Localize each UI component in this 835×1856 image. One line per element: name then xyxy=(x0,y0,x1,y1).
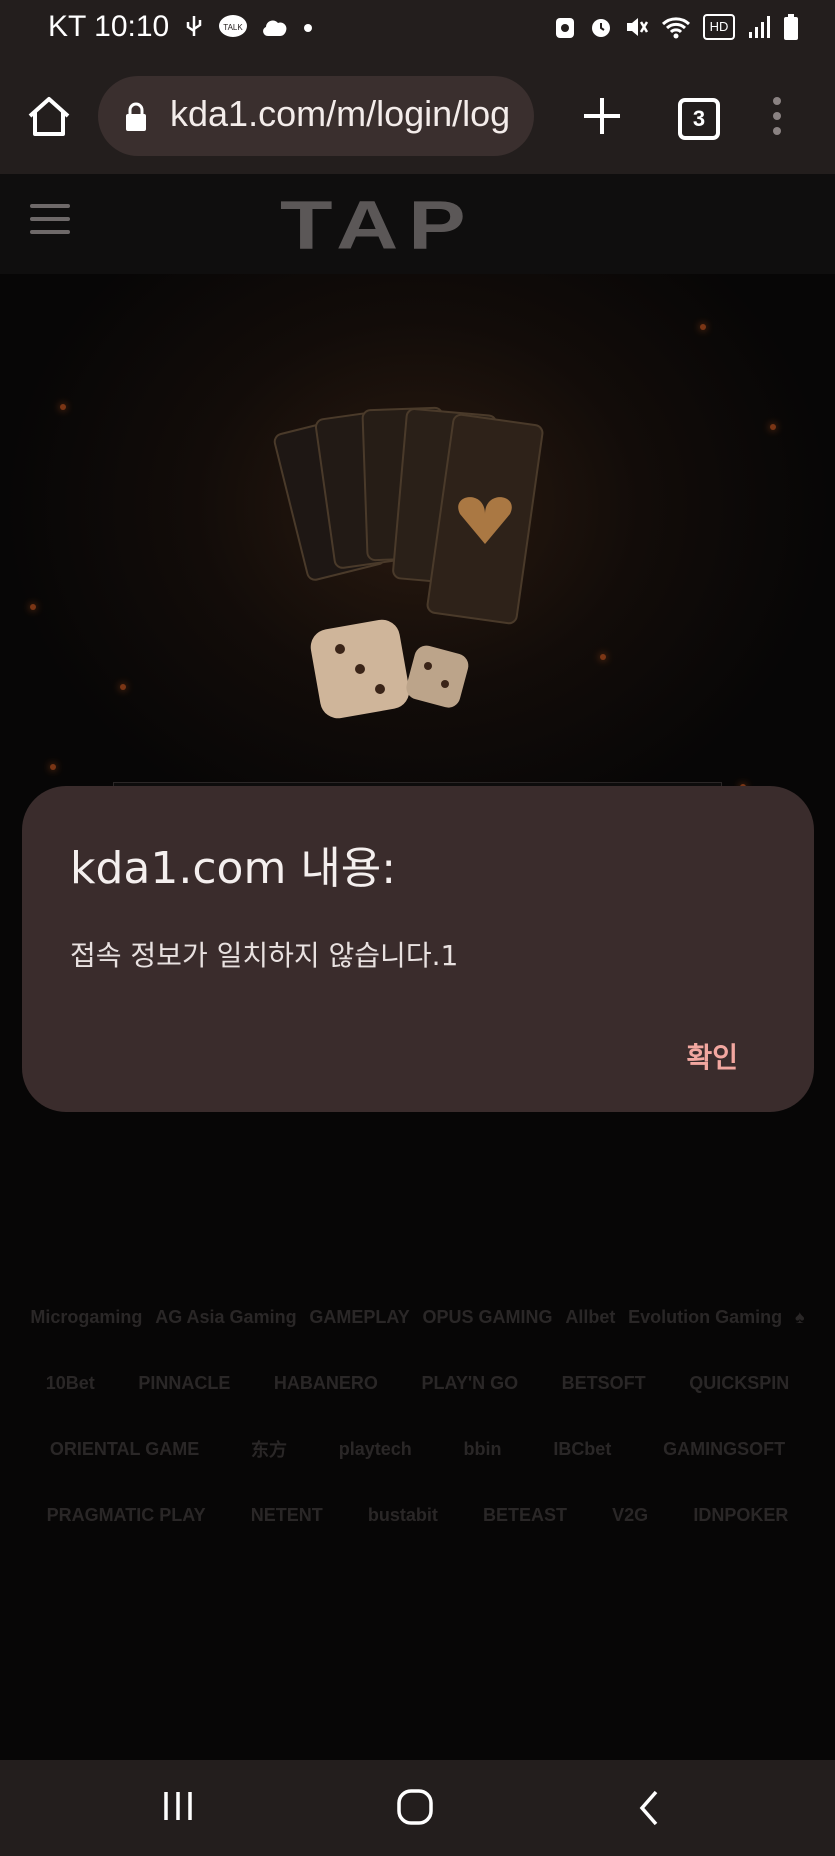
partner-logo: 东方 xyxy=(250,1440,287,1460)
partner-logo: BETEAST xyxy=(483,1504,568,1525)
partner-logo: bustabit xyxy=(367,1504,438,1525)
partner-logo: GAMINGSOFT xyxy=(663,1438,786,1459)
partner-logo: playtech xyxy=(338,1438,412,1459)
system-nav-bar xyxy=(0,1760,835,1856)
site-header: TAP xyxy=(0,174,835,274)
partner-logo: bbin xyxy=(463,1438,502,1459)
tab-switcher-button[interactable]: 3 xyxy=(678,98,720,140)
partner-logo: AG Asia Gaming xyxy=(155,1306,297,1327)
partner-logo: ♠ xyxy=(794,1306,805,1327)
lock-icon xyxy=(126,102,146,131)
partner-logo-row: ORIENTAL GAME 东方 playtech bbin IBCbet GA… xyxy=(0,1416,835,1482)
hamburger-menu-icon[interactable] xyxy=(30,204,70,238)
partner-logo: PRAGMATIC PLAY xyxy=(46,1504,206,1525)
partner-logo: V2G xyxy=(612,1504,649,1525)
partner-logo: IBCbet xyxy=(553,1438,612,1459)
cloud-icon xyxy=(263,20,287,36)
home-icon[interactable] xyxy=(24,92,74,142)
partner-logo: Allbet xyxy=(565,1306,616,1327)
new-tab-icon[interactable] xyxy=(580,94,624,138)
usb-icon xyxy=(186,16,202,36)
home-nav-icon[interactable] xyxy=(396,1788,434,1826)
hd-icon: HD xyxy=(703,14,735,40)
recent-apps-icon[interactable] xyxy=(160,1788,196,1824)
partner-logo: OPUS GAMING xyxy=(422,1306,553,1327)
status-time: KT 10:10 xyxy=(48,10,170,43)
partner-logo: BETSOFT xyxy=(561,1372,646,1393)
partner-logo: IDNPOKER xyxy=(693,1504,789,1525)
partner-logos: Microgaming AG Asia Gaming GAMEPLAY OPUS… xyxy=(0,1284,835,1548)
partner-logo: Evolution Gaming xyxy=(628,1306,783,1327)
status-right-icons: HD xyxy=(553,14,799,40)
back-icon[interactable] xyxy=(636,1788,662,1828)
status-bar: KT 10:10 TALK HD xyxy=(0,0,835,58)
partner-logo: Microgaming xyxy=(30,1306,143,1327)
partner-logo: 10Bet xyxy=(45,1372,95,1393)
alert-dialog: kda1.com 내용: 접속 정보가 일치하지 않습니다.1 확인 xyxy=(22,786,814,1112)
more-menu-icon[interactable] xyxy=(770,94,784,138)
mute-icon xyxy=(627,18,649,36)
recycle-icon xyxy=(556,18,574,38)
svg-text:TALK: TALK xyxy=(223,23,243,32)
site-logo: TAP xyxy=(280,186,476,264)
battery-icon xyxy=(784,14,798,40)
wifi-icon xyxy=(661,17,691,39)
kakaotalk-icon: TALK xyxy=(219,15,247,37)
dialog-message: 접속 정보가 일치하지 않습니다.1 xyxy=(70,939,459,972)
url-text[interactable]: kda1.com/m/login/log xyxy=(170,93,510,135)
partner-logo: GAMEPLAY xyxy=(309,1306,410,1327)
partner-logo: PINNACLE xyxy=(138,1372,231,1393)
alarm-icon xyxy=(592,19,610,37)
browser-toolbar: kda1.com/m/login/log 3 xyxy=(0,58,835,174)
address-bar[interactable]: kda1.com/m/login/log xyxy=(98,76,534,156)
dialog-title: kda1.com 내용: xyxy=(70,843,397,894)
partner-logo: PLAY'N GO xyxy=(421,1372,519,1393)
partner-logo: QUICKSPIN xyxy=(689,1372,790,1393)
partner-logo: ORIENTAL GAME xyxy=(49,1438,200,1459)
hero-banner: jjanggu0909 xyxy=(0,274,835,878)
partner-logo: HABANERO xyxy=(273,1372,378,1393)
partner-logo: NETENT xyxy=(250,1504,323,1525)
partner-logo-row: 10Bet PINNACLE HABANERO PLAY'N GO BETSOF… xyxy=(0,1350,835,1416)
partner-logo-row: Microgaming AG Asia Gaming GAMEPLAY OPUS… xyxy=(0,1284,835,1350)
dot-icon xyxy=(304,24,312,32)
status-left-icons: TALK xyxy=(182,14,314,40)
cards-dice-illustration xyxy=(273,406,544,719)
signal-icon xyxy=(749,16,770,38)
partner-logo-row: PRAGMATIC PLAY NETENT bustabit BETEAST V… xyxy=(0,1482,835,1548)
confirm-button[interactable]: 확인 xyxy=(686,1036,738,1076)
